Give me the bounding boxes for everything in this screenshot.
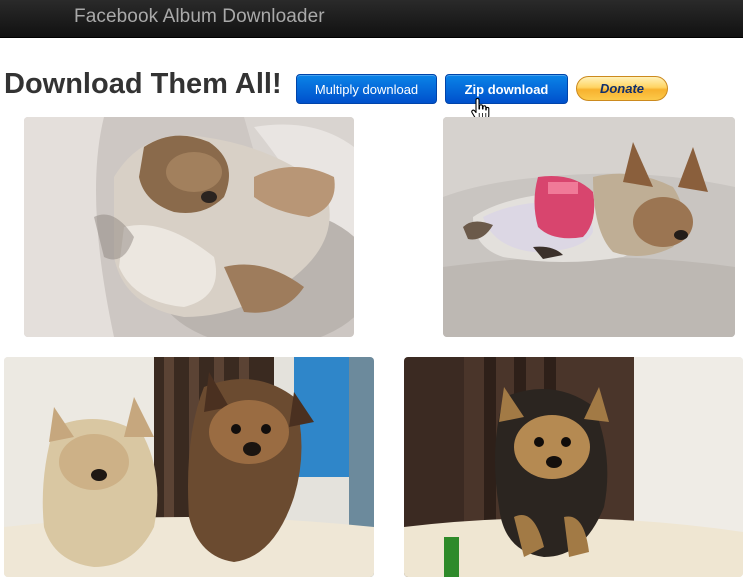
zip-download-button[interactable]: Zip download xyxy=(445,74,568,104)
brand-title[interactable]: Facebook Album Downloader xyxy=(74,6,325,28)
dog-photo-image xyxy=(24,117,354,337)
album-photo[interactable] xyxy=(24,117,354,337)
donate-button[interactable]: Donate xyxy=(576,76,668,101)
top-navbar: Facebook Album Downloader xyxy=(0,0,743,38)
album-photo[interactable] xyxy=(404,357,743,577)
dog-photo-image xyxy=(4,357,374,577)
album-photo[interactable] xyxy=(443,117,735,337)
dog-photo-image xyxy=(443,117,735,337)
page-heading: Download Them All! xyxy=(4,68,282,100)
multiply-download-button[interactable]: Multiply download xyxy=(296,74,437,104)
album-photo[interactable] xyxy=(4,357,374,577)
dog-photo-image xyxy=(404,357,743,577)
